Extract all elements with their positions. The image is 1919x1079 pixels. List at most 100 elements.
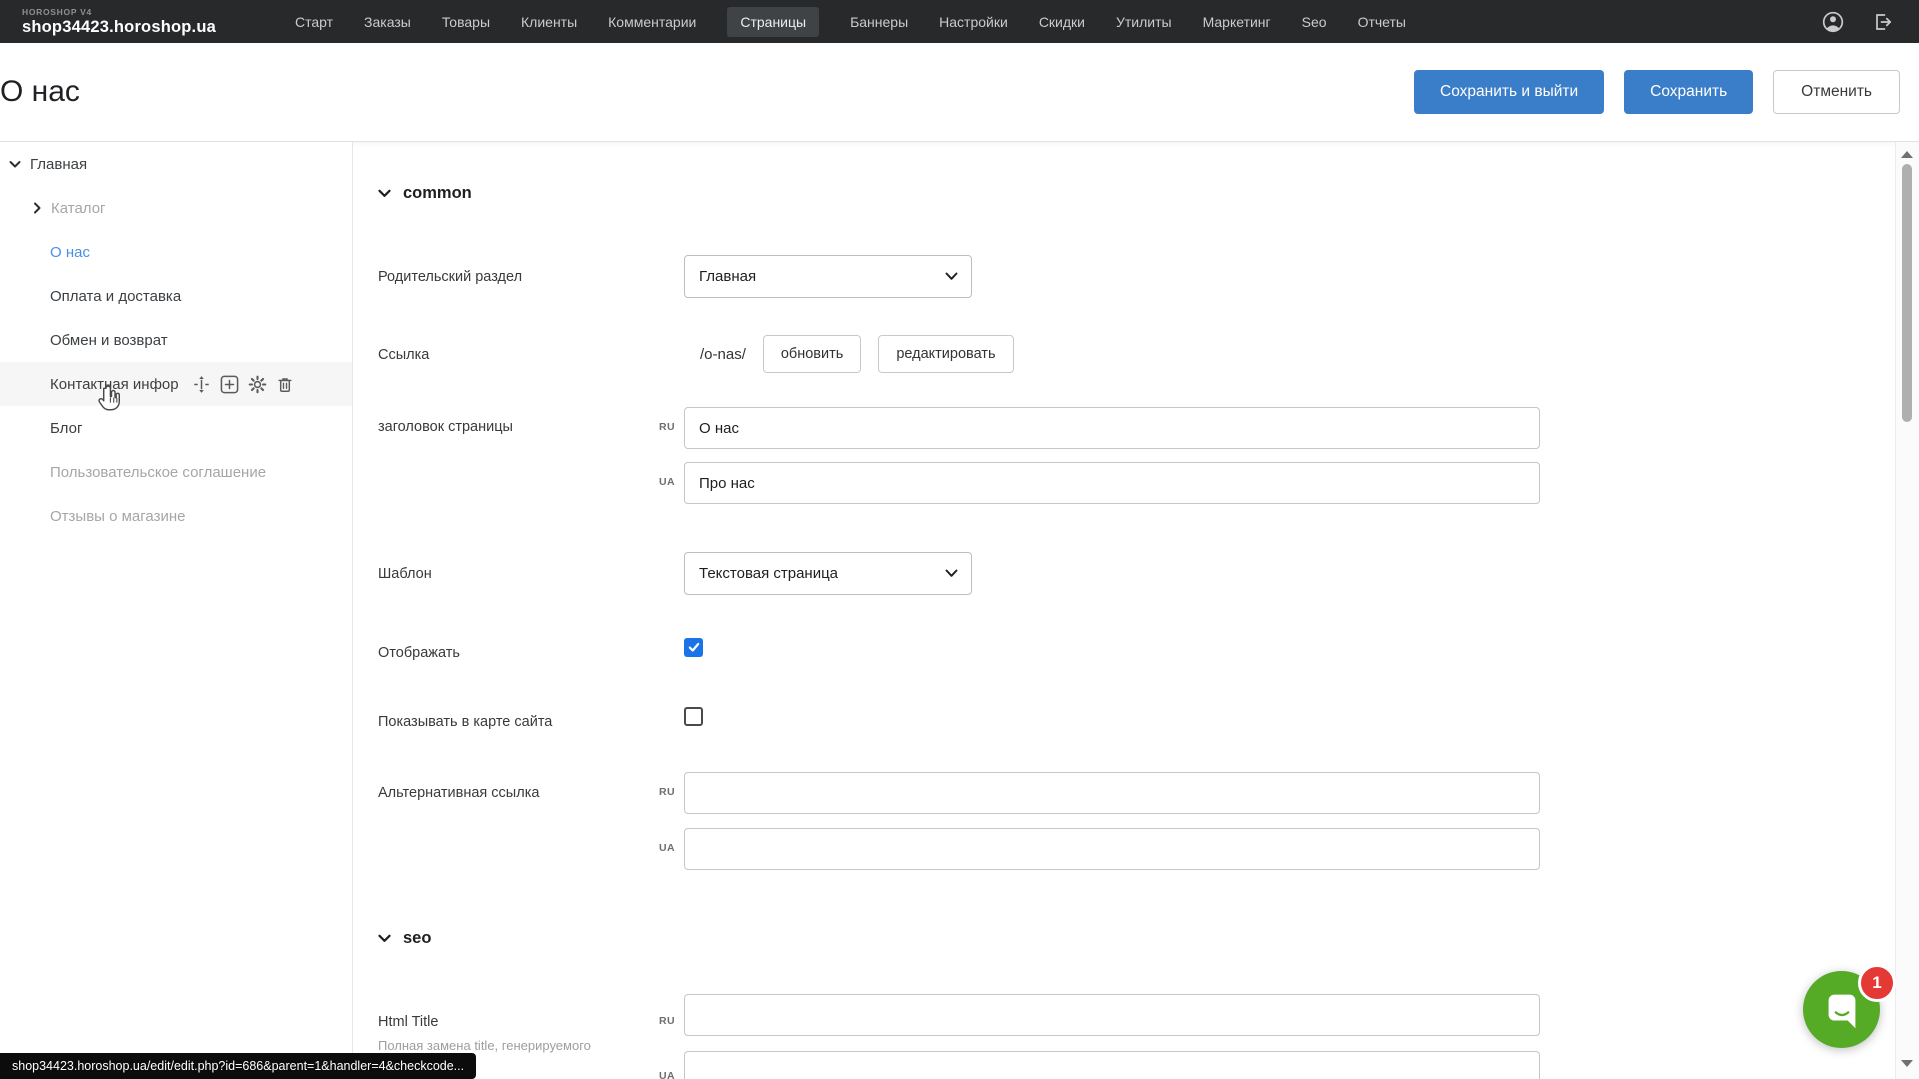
- sidebar-item-label: Отзывы о магазине: [50, 508, 185, 525]
- check-icon: [688, 642, 700, 653]
- status-url-tooltip: shop34423.horoshop.ua/edit/edit.php?id=6…: [0, 1053, 476, 1079]
- header-buttons: Сохранить и выйти Сохранить Отменить: [1414, 70, 1900, 114]
- lang-badge-ru: RU: [615, 786, 675, 798]
- menu-products[interactable]: Товары: [442, 14, 490, 30]
- menu-reports[interactable]: Отчеты: [1358, 14, 1406, 30]
- save-button[interactable]: Сохранить: [1624, 70, 1753, 114]
- settings-gear-icon[interactable]: [248, 375, 267, 394]
- sidebar-item-store-reviews[interactable]: Отзывы о магазине: [0, 494, 352, 538]
- template-label: Шаблон: [378, 566, 432, 582]
- sidebar-item-contact-info[interactable]: Контактная инфор: [0, 362, 352, 406]
- menu-seo[interactable]: Seo: [1302, 14, 1327, 30]
- html-title-ru-input[interactable]: [684, 994, 1540, 1036]
- sidebar-item-exchange-return[interactable]: Обмен и возврат: [0, 318, 352, 362]
- page-title-label: заголовок страницы: [378, 419, 513, 435]
- chevron-down-icon: [945, 569, 958, 578]
- lang-badge-ru: RU: [615, 1015, 675, 1027]
- html-title-ua-input[interactable]: [684, 1051, 1540, 1079]
- chat-unread-badge: 1: [1858, 964, 1896, 1002]
- add-page-icon[interactable]: [220, 375, 239, 394]
- brand-version: HOROSHOP V4: [22, 8, 217, 17]
- chevron-down-icon: [378, 934, 391, 943]
- selected-value: Главная: [699, 268, 756, 285]
- page-title: О нас: [0, 75, 80, 109]
- scroll-down-arrow-icon[interactable]: [1901, 1060, 1913, 1067]
- sidebar-item-label: О нас: [50, 244, 90, 261]
- lang-badge-ua: UA: [615, 1070, 675, 1079]
- section-title: common: [403, 184, 472, 203]
- sidebar-item-blog[interactable]: Блог: [0, 406, 352, 450]
- sidebar-item-label: Оплата и доставка: [50, 288, 181, 305]
- menu-pages[interactable]: Страницы: [727, 7, 819, 37]
- lang-badge-ua: UA: [615, 842, 675, 854]
- menu-marketing[interactable]: Маркетинг: [1203, 14, 1271, 30]
- sidebar-item-label: Пользовательское соглашение: [50, 464, 266, 481]
- page-header: О нас Сохранить и выйти Сохранить Отмени…: [0, 43, 1919, 142]
- section-common[interactable]: common: [378, 184, 472, 203]
- sitemap-label: Показывать в карте сайта: [378, 714, 552, 730]
- sidebar-item-payment-delivery[interactable]: Оплата и доставка: [0, 274, 352, 318]
- chevron-down-icon: [378, 189, 391, 198]
- section-seo[interactable]: seo: [378, 929, 431, 948]
- html-title-hint: Полная замена title, генерируемого: [378, 1038, 591, 1053]
- link-label: Ссылка: [378, 347, 429, 363]
- sidebar-item-about[interactable]: О нас: [0, 230, 352, 274]
- sidebar-item-user-agreement[interactable]: Пользовательское соглашение: [0, 450, 352, 494]
- topbar-icons: [1821, 10, 1893, 34]
- sidebar-item-catalog[interactable]: Каталог: [0, 186, 352, 230]
- link-row: /o-nas/ обновить редактировать: [684, 335, 1014, 373]
- sidebar-item-home[interactable]: Главная: [0, 142, 352, 186]
- cancel-button[interactable]: Отменить: [1773, 70, 1900, 114]
- brand-domain: shop34423.horoshop.ua: [22, 19, 217, 36]
- lang-badge-ru: RU: [615, 421, 675, 433]
- menu-start[interactable]: Старт: [295, 14, 333, 30]
- link-refresh-button[interactable]: обновить: [763, 335, 861, 373]
- scroll-up-arrow-icon[interactable]: [1901, 151, 1913, 158]
- template-select[interactable]: Текстовая страница: [684, 552, 972, 595]
- display-label: Отображать: [378, 645, 460, 661]
- menu-utilities[interactable]: Утилиты: [1116, 14, 1172, 30]
- brand-logo[interactable]: HOROSHOP V4 shop34423.horoshop.ua: [22, 8, 217, 35]
- link-path: /o-nas/: [700, 346, 746, 363]
- alt-link-ua-input[interactable]: [684, 828, 1540, 870]
- menu-comments[interactable]: Комментарии: [608, 14, 696, 30]
- selected-value: Текстовая страница: [699, 565, 838, 582]
- parent-section-select[interactable]: Главная: [684, 255, 972, 298]
- chevron-down-icon: [945, 272, 958, 281]
- alt-link-label: Альтернативная ссылка: [378, 785, 539, 801]
- chat-widget-button[interactable]: 1: [1803, 971, 1880, 1048]
- logout-icon[interactable]: [1871, 11, 1893, 33]
- sitemap-checkbox[interactable]: [684, 707, 703, 726]
- page-title-ru-input[interactable]: [684, 407, 1540, 449]
- sidebar-item-label: Главная: [30, 156, 87, 173]
- vertical-scrollbar[interactable]: [1895, 142, 1919, 1079]
- pages-tree-sidebar: Главная Каталог О нас Оплата и доставка …: [0, 142, 353, 1079]
- row-actions: [192, 375, 294, 394]
- menu-discounts[interactable]: Скидки: [1039, 14, 1085, 30]
- section-title: seo: [403, 929, 431, 948]
- html-title-label: Html Title: [378, 1014, 438, 1030]
- menu-banners[interactable]: Баннеры: [850, 14, 908, 30]
- chevron-down-icon: [9, 160, 21, 169]
- menu-orders[interactable]: Заказы: [364, 14, 411, 30]
- sidebar-item-label: Обмен и возврат: [50, 332, 168, 349]
- sidebar-item-label: Каталог: [51, 200, 106, 217]
- chevron-right-icon: [33, 202, 42, 214]
- page-title-ua-input[interactable]: [684, 462, 1540, 504]
- save-and-exit-button[interactable]: Сохранить и выйти: [1414, 70, 1604, 114]
- move-icon[interactable]: [192, 375, 211, 394]
- alt-link-ru-input[interactable]: [684, 772, 1540, 814]
- link-edit-button[interactable]: редактировать: [878, 335, 1013, 373]
- menu-settings[interactable]: Настройки: [939, 14, 1008, 30]
- sidebar-item-label: Блог: [50, 420, 82, 437]
- lang-badge-ua: UA: [615, 476, 675, 488]
- chat-bubble-icon: [1819, 987, 1865, 1033]
- account-icon[interactable]: [1821, 10, 1845, 34]
- display-checkbox[interactable]: [684, 638, 703, 657]
- delete-trash-icon[interactable]: [276, 375, 294, 394]
- sidebar-item-label: Контактная инфор: [50, 376, 179, 393]
- page-edit-form: common Родительский раздел Главная Ссылк…: [353, 142, 1896, 1079]
- menu-clients[interactable]: Клиенты: [521, 14, 577, 30]
- scrollbar-thumb[interactable]: [1902, 164, 1912, 422]
- topbar: HOROSHOP V4 shop34423.horoshop.ua Старт …: [0, 0, 1919, 43]
